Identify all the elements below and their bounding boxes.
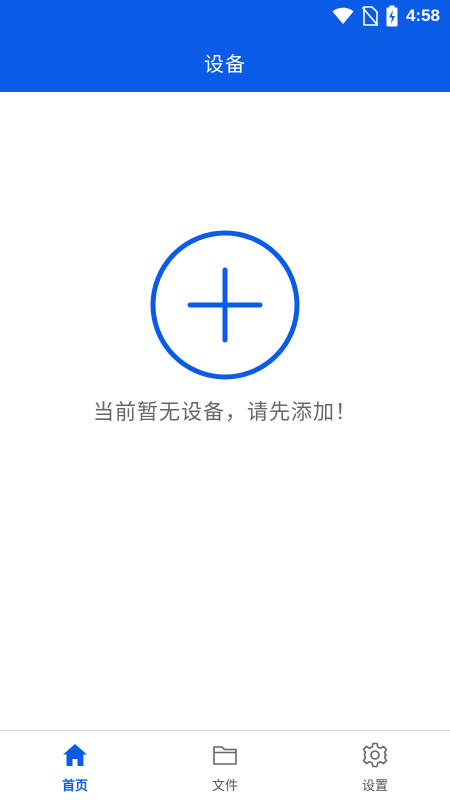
empty-message: 当前暂无设备，请先添加！ xyxy=(93,400,357,424)
status-icons: 4:58 xyxy=(332,5,440,27)
nav-item-files[interactable]: 文件 xyxy=(150,731,300,800)
wifi-icon xyxy=(332,7,354,25)
plus-circle-icon xyxy=(150,230,300,380)
device-screen: 4:58 设备 当前暂无设备，请先添加！ 首页 文件 设置 xyxy=(0,0,450,800)
status-bar: 4:58 xyxy=(0,0,450,32)
bottom-nav: 首页 文件 设置 xyxy=(0,730,450,800)
page-title: 设备 xyxy=(204,51,246,76)
status-time: 4:58 xyxy=(405,6,440,25)
nav-item-settings[interactable]: 设置 xyxy=(300,731,450,800)
nav-label-files: 文件 xyxy=(211,779,238,794)
gear-icon xyxy=(362,742,388,768)
app-bar: 设备 xyxy=(0,32,450,92)
nav-label-home: 首页 xyxy=(61,779,88,794)
empty-state: 当前暂无设备，请先添加！ xyxy=(0,92,450,730)
nav-item-home[interactable]: 首页 xyxy=(0,731,150,800)
nav-label-settings: 设置 xyxy=(361,779,388,794)
add-device-button[interactable] xyxy=(149,229,301,381)
folder-icon xyxy=(213,746,237,765)
no-sim-icon xyxy=(361,6,378,26)
home-icon xyxy=(63,744,87,766)
battery-charging-icon xyxy=(386,5,398,27)
